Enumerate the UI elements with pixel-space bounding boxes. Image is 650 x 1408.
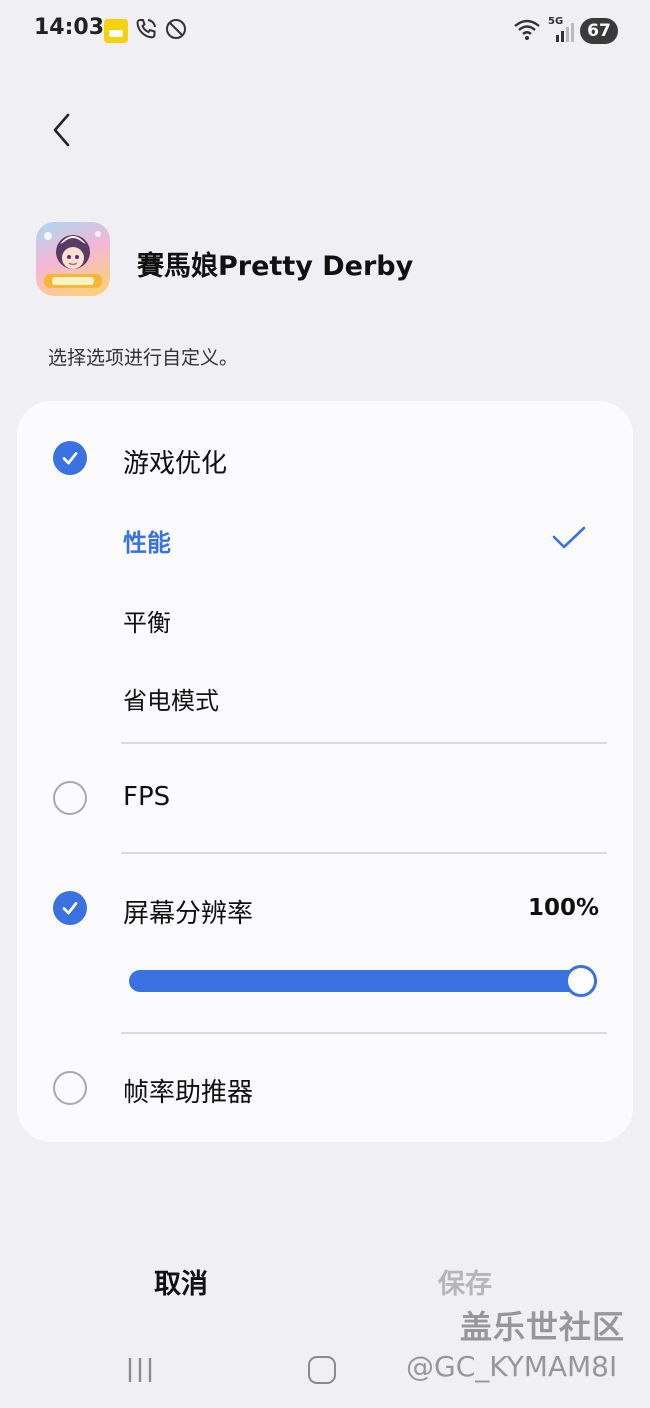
divider (121, 1032, 607, 1034)
option-label: 屏幕分辨率 (123, 899, 254, 929)
divider (121, 742, 607, 744)
mode-item-power-saving[interactable]: 省电模式 (17, 667, 633, 723)
back-button[interactable] (40, 110, 84, 154)
wifi-icon (512, 17, 542, 45)
recent-apps-button[interactable] (126, 1356, 156, 1384)
mode-item-performance[interactable]: 性能 (17, 509, 633, 565)
option-game-optimization[interactable]: 游戏优化 (17, 433, 633, 485)
checkmark-icon (551, 525, 587, 555)
notification-app-icon (104, 19, 128, 43)
cancel-button[interactable]: 取消 (154, 1262, 208, 1301)
phone-call-icon (134, 17, 158, 45)
status-notification-icons (104, 17, 188, 45)
option-fps[interactable]: FPS (17, 771, 633, 825)
option-screen-resolution[interactable]: 屏幕分辨率 100% (17, 883, 633, 935)
mode-label: 省电模式 (123, 687, 219, 715)
check-circle-icon[interactable] (53, 891, 87, 925)
status-time: 14:03 (34, 15, 105, 40)
save-button[interactable]: 保存 (438, 1262, 492, 1301)
slider-thumb[interactable] (565, 965, 597, 997)
recent-apps-icon (128, 1358, 152, 1382)
divider (121, 852, 607, 854)
app-icon (36, 222, 110, 296)
resolution-value: 100% (527, 895, 599, 921)
slider-fill (129, 970, 597, 992)
status-system-icons: 5G 67 (512, 16, 618, 45)
empty-circle-icon[interactable] (53, 1071, 87, 1105)
watermark-title: 盖乐世社区 (460, 1308, 626, 1346)
battery-indicator: 67 (580, 18, 618, 44)
home-button[interactable] (308, 1356, 336, 1384)
option-label: 帧率助推器 (123, 1078, 254, 1108)
watermark-handle: @GC_KYMAM8I (406, 1350, 618, 1383)
empty-circle-icon[interactable] (53, 781, 87, 815)
check-circle-icon[interactable] (53, 441, 87, 475)
signal-icon: 5G (548, 16, 574, 44)
chevron-left-icon (50, 112, 74, 152)
mode-label: 性能 (123, 529, 171, 557)
instruction-text: 选择选项进行自定义。 (48, 347, 239, 369)
mode-label: 平衡 (123, 609, 171, 637)
options-card: 游戏优化 性能 平衡 省电模式 FPS 屏幕分辨率 100% 帧率助推器 (17, 401, 633, 1142)
option-frame-rate-booster[interactable]: 帧率助推器 (17, 1061, 633, 1115)
app-title: 賽馬娘Pretty Derby (137, 251, 414, 282)
mode-item-balanced[interactable]: 平衡 (17, 589, 633, 645)
status-bar: 14:03 5G 67 (0, 0, 650, 62)
option-label: 游戏优化 (123, 449, 228, 479)
resolution-slider[interactable] (129, 965, 597, 997)
option-label: FPS (123, 782, 171, 812)
sync-off-icon (164, 17, 188, 45)
